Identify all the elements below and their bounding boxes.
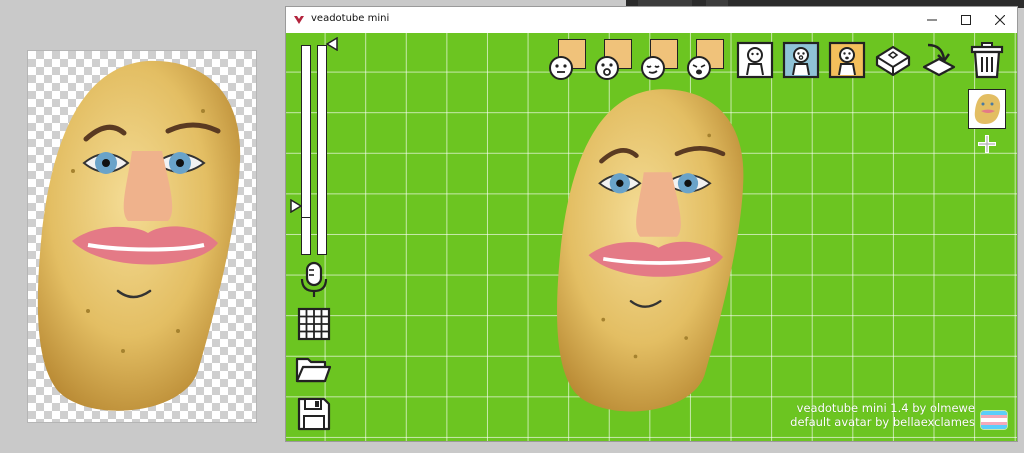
maximize-icon bbox=[961, 15, 971, 25]
trash-icon bbox=[970, 42, 1004, 79]
volume-threshold-handle[interactable] bbox=[290, 199, 302, 213]
maximize-button[interactable] bbox=[949, 7, 983, 33]
minimize-button[interactable] bbox=[915, 7, 949, 33]
state-sleepy-button[interactable] bbox=[640, 39, 680, 81]
window-title: veadotube mini bbox=[311, 13, 390, 24]
save-icon bbox=[297, 397, 331, 431]
hotkey-icon bbox=[875, 45, 911, 77]
sprite-thumbnail[interactable] bbox=[968, 89, 1006, 129]
mic-volume-meter bbox=[301, 45, 311, 255]
grid-icon bbox=[297, 307, 331, 341]
open-avatar-button[interactable] bbox=[294, 351, 332, 389]
microphone-icon bbox=[300, 261, 328, 297]
hotkey-button[interactable] bbox=[874, 41, 912, 79]
delay-slider-track[interactable] bbox=[317, 45, 327, 255]
talking-pose-icon bbox=[782, 41, 820, 79]
delete-button[interactable] bbox=[968, 41, 1006, 79]
close-button[interactable] bbox=[983, 7, 1017, 33]
mic-volume-level bbox=[302, 216, 310, 254]
pose-talking-button[interactable] bbox=[782, 41, 820, 79]
state-neutral-button[interactable] bbox=[548, 39, 588, 81]
trans-flag-icon[interactable] bbox=[981, 411, 1007, 429]
save-avatar-button[interactable] bbox=[295, 395, 333, 433]
face-sleepy-icon bbox=[641, 56, 665, 80]
toggle-grid-button[interactable] bbox=[295, 305, 333, 343]
pose-mic-off-button[interactable] bbox=[736, 41, 774, 79]
open-folder-icon bbox=[295, 357, 332, 383]
minimize-icon bbox=[927, 19, 937, 21]
face-shout-icon bbox=[687, 56, 711, 80]
credits-version: veadotube mini 1.4 by olmewe bbox=[796, 401, 975, 415]
stage-avatar[interactable] bbox=[548, 71, 758, 431]
state-shout-button[interactable] bbox=[686, 39, 726, 81]
sprite-thumbnail-image bbox=[974, 94, 1001, 124]
state-surprised-button[interactable] bbox=[594, 39, 634, 81]
alert-pose-icon bbox=[828, 41, 866, 79]
app-window: veadotube mini veadotube mini 1.4 by olm… bbox=[285, 6, 1018, 442]
close-icon bbox=[995, 15, 1005, 25]
face-neutral-icon bbox=[549, 56, 573, 80]
pose-alert-button[interactable] bbox=[828, 41, 866, 79]
app-logo-icon bbox=[294, 16, 304, 24]
avatar-stage: veadotube mini 1.4 by olmewe default ava… bbox=[286, 33, 1017, 441]
import-button[interactable] bbox=[920, 41, 958, 79]
face-surprised-icon bbox=[595, 56, 619, 80]
mic-off-pose-icon bbox=[736, 41, 774, 79]
add-sprite-icon[interactable] bbox=[978, 135, 996, 153]
credits-avatar: default avatar by bellaexclames bbox=[790, 415, 975, 429]
import-icon bbox=[922, 43, 956, 77]
delay-slider-handle[interactable] bbox=[326, 37, 338, 51]
microphone-button[interactable] bbox=[295, 261, 333, 299]
editor-canvas bbox=[28, 51, 256, 422]
titlebar: veadotube mini bbox=[286, 7, 1017, 33]
credits: veadotube mini 1.4 by olmewe default ava… bbox=[790, 401, 975, 429]
potato-avatar-image bbox=[37, 60, 241, 411]
